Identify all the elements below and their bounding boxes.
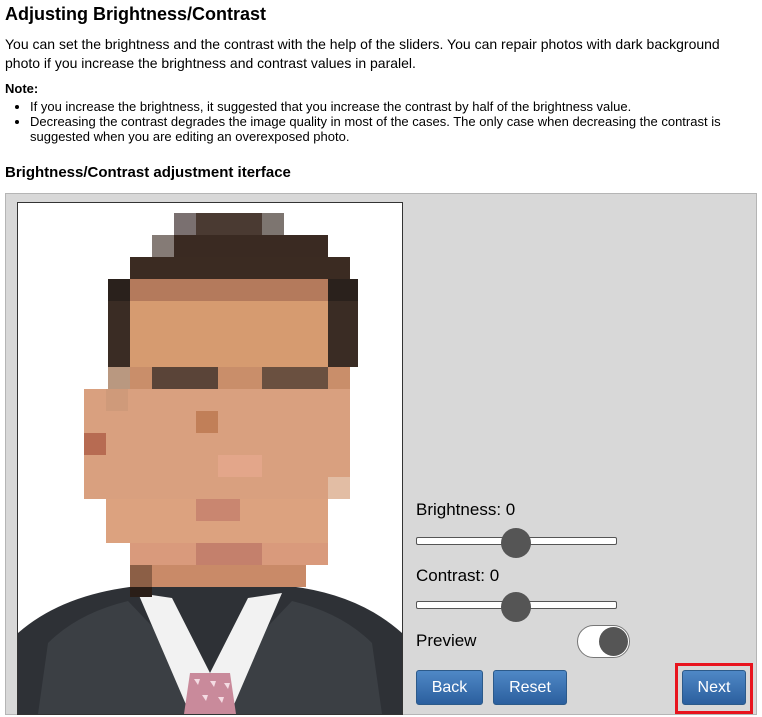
brightness-slider[interactable] bbox=[416, 528, 617, 558]
brightness-label: Brightness: 0 bbox=[416, 500, 516, 519]
note-item: Decreasing the contrast degrades the ima… bbox=[30, 114, 757, 144]
adjustment-panel: Brightness: 0 Contrast: 0 Preview Back R… bbox=[5, 193, 757, 715]
reset-button[interactable]: Reset bbox=[493, 670, 567, 705]
notes-list: If you increase the brightness, it sugge… bbox=[5, 99, 757, 144]
next-button[interactable]: Next bbox=[682, 670, 746, 705]
intro-text: You can set the brightness and the contr… bbox=[5, 36, 720, 71]
contrast-label: Contrast: 0 bbox=[416, 566, 500, 585]
preview-toggle[interactable] bbox=[577, 625, 630, 658]
preview-label: Preview bbox=[416, 631, 477, 650]
photo-preview bbox=[17, 202, 403, 715]
brightness-slider-thumb[interactable] bbox=[500, 528, 531, 558]
contrast-slider-thumb[interactable] bbox=[500, 592, 531, 622]
section-title: Brightness/Contrast adjustment iterface bbox=[5, 164, 291, 181]
note-item: If you increase the brightness, it sugge… bbox=[30, 99, 757, 114]
pixelated-portrait-image bbox=[18, 203, 402, 714]
note-label: Note: bbox=[5, 81, 39, 96]
page-title: Adjusting Brightness/Contrast bbox=[5, 4, 267, 24]
back-button[interactable]: Back bbox=[416, 670, 483, 705]
preview-toggle-knob[interactable] bbox=[599, 627, 628, 656]
contrast-slider[interactable] bbox=[416, 592, 617, 622]
